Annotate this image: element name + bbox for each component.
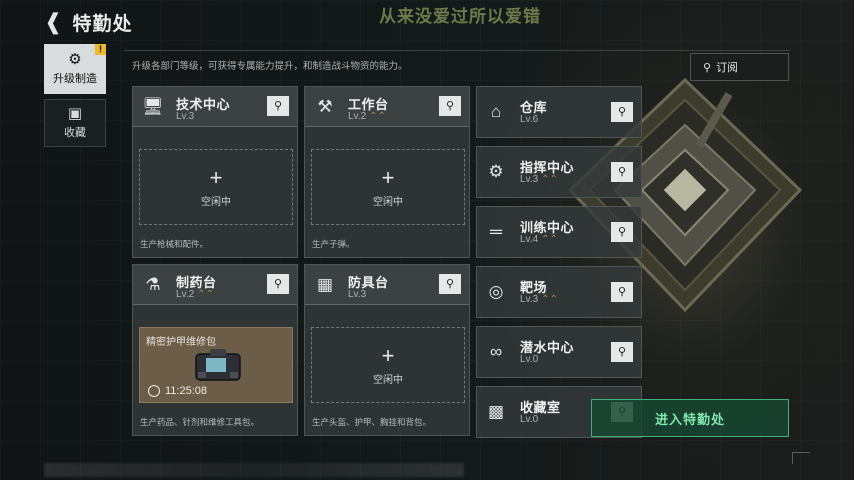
- upgrade-arrow-icon: ⌃⌃: [197, 289, 214, 300]
- command-gear-icon: ⚙: [488, 162, 504, 181]
- facility-level: Lv.6: [520, 114, 539, 125]
- upgrade-arrow-icon: ⌃⌃: [541, 234, 558, 245]
- facility-level-row: Lv.4 ⌃⌃: [520, 234, 558, 245]
- divider: [124, 50, 790, 51]
- facility-level: Lv.3: [520, 174, 539, 185]
- production-slot-empty[interactable]: + 空闲中: [311, 149, 465, 225]
- facility-level-row: Lv.3 ⌃⌃: [520, 174, 558, 185]
- facility-header[interactable]: ▦ 防具台 Lv.3 ⚲: [305, 265, 469, 305]
- facility-card-tech-center: 🖥 技术中心 Lv.3 ⚲ + 空闲中 生产枪械和配件。: [132, 86, 298, 258]
- search-icon[interactable]: ⚲: [611, 102, 633, 122]
- plus-icon: +: [209, 164, 223, 190]
- search-icon[interactable]: ⚲: [267, 274, 289, 294]
- facility-level: Lv.4: [520, 234, 539, 245]
- facility-description: 生产药品、针剂和维修工具包。: [140, 417, 260, 427]
- tab-label: 收藏: [64, 127, 86, 139]
- timer-value: 11:25:08: [165, 385, 208, 397]
- facility-description: 生产头盔、护甲、胸挂和背包。: [312, 417, 432, 427]
- tab-collection[interactable]: ▣ 收藏: [44, 99, 106, 147]
- page-description: 升级各部门等级，可获得专属能力提升，和制造战斗物资的能力。: [132, 61, 408, 72]
- facility-item-diving-center[interactable]: ∞ 潜水中心 Lv.0 ⚲: [476, 326, 642, 378]
- facility-level: Lv.3: [520, 294, 539, 305]
- upgrade-arrow-icon: ⌃⌃: [541, 294, 558, 305]
- top-header: ❰ 特勤处 从来没爱过所以爱错: [0, 0, 854, 44]
- armor-repair-kit-image: [195, 349, 241, 381]
- facility-card-armor-bench: ▦ 防具台 Lv.3 ⚲ + 空闲中 生产头盔、护甲、胸挂和背包。: [304, 264, 470, 436]
- display-case-icon: ▩: [487, 402, 505, 421]
- facility-level: Lv.0: [520, 414, 539, 425]
- warehouse-icon: ⌂: [490, 102, 502, 121]
- monitor-icon: 🖥: [142, 97, 164, 116]
- plus-icon: +: [381, 342, 395, 368]
- production-timer: 11:25:08: [148, 385, 207, 397]
- slot-status: 空闲中: [373, 196, 403, 208]
- target-icon: ◎: [488, 282, 504, 301]
- production-slot-empty[interactable]: + 空闲中: [311, 327, 465, 403]
- top-banner-text: 从来没爱过所以爱错: [379, 7, 541, 26]
- facility-item-training-center[interactable]: ═ 训练中心 Lv.4 ⌃⌃ ⚲: [476, 206, 642, 258]
- search-icon[interactable]: ⚲: [611, 342, 633, 362]
- production-slot-empty[interactable]: + 空闲中: [139, 149, 293, 225]
- facility-level: Lv.0: [520, 354, 539, 365]
- facility-level: Lv.3: [176, 111, 195, 122]
- search-icon[interactable]: ⚲: [611, 162, 633, 182]
- facility-level-row: Lv.3 ⌃⌃: [520, 294, 558, 305]
- facility-level-row: Lv.2 ⌃⌃: [176, 289, 214, 300]
- tools-icon: ⚒: [317, 97, 333, 116]
- search-icon[interactable]: ⚲: [611, 282, 633, 302]
- facility-header[interactable]: 🖥 技术中心 Lv.3 ⚲: [133, 87, 297, 127]
- trophy-cabinet-icon: ▣: [67, 105, 83, 122]
- facility-header[interactable]: ⚗ 制药台 Lv.2 ⌃⌃ ⚲: [133, 265, 297, 305]
- upgrade-arrow-icon: ⌃⌃: [541, 174, 558, 185]
- clock-icon: [148, 385, 160, 397]
- back-arrow-icon: ❰: [44, 9, 63, 34]
- facility-card-pharmacy: ⚗ 制药台 Lv.2 ⌃⌃ ⚲ 精密护甲维修包 11:25:08 生产药品、针剂和…: [132, 264, 298, 436]
- facility-level: Lv.3: [348, 289, 367, 300]
- page-title: 特勤处: [72, 13, 133, 35]
- facility-item-command-center[interactable]: ⚙ 指挥中心 Lv.3 ⌃⌃ ⚲: [476, 146, 642, 198]
- enter-special-ops-button[interactable]: 进入特勤处: [591, 399, 789, 437]
- facility-item-warehouse[interactable]: ⌂ 仓库 Lv.6 ⚲: [476, 86, 642, 138]
- search-icon[interactable]: ⚲: [611, 222, 633, 242]
- subscribe-button[interactable]: ⚲ 订阅: [690, 53, 789, 81]
- production-slot-active[interactable]: 精密护甲维修包 11:25:08: [139, 327, 293, 403]
- armor-boxes-icon: ▦: [316, 275, 334, 294]
- facility-description: 生产子弹。: [312, 239, 355, 249]
- facility-header[interactable]: ⚒ 工作台 Lv.2 ⌃⌃ ⚲: [305, 87, 469, 127]
- subscribe-label: 订阅: [716, 62, 739, 74]
- slot-status: 空闲中: [373, 374, 403, 386]
- corner-frame-decoration: [792, 452, 810, 464]
- facility-level: Lv.2: [176, 289, 195, 300]
- tab-label: 升级制造: [53, 73, 97, 85]
- tab-upgrade-manufacture[interactable]: ! ⚙ 升级制造: [44, 44, 106, 94]
- upgrade-arrow-icon: ⌃⌃: [369, 111, 386, 122]
- blurred-footer-text: [44, 463, 464, 477]
- dumbbell-icon: ═: [489, 222, 503, 241]
- facility-level-row: Lv.2 ⌃⌃: [348, 111, 386, 122]
- back-button[interactable]: ❰ 特勤处: [44, 9, 144, 35]
- slot-status: 空闲中: [201, 196, 231, 208]
- alert-badge: !: [95, 44, 106, 55]
- search-icon[interactable]: ⚲: [439, 274, 461, 294]
- facility-description: 生产枪械和配件。: [140, 239, 209, 249]
- search-icon[interactable]: ⚲: [439, 96, 461, 116]
- search-icon[interactable]: ⚲: [267, 96, 289, 116]
- microscope-icon: ⚗: [145, 275, 161, 294]
- bell-icon: ⚲: [703, 61, 712, 74]
- diving-mask-icon: ∞: [489, 342, 503, 361]
- plus-icon: +: [381, 164, 395, 190]
- facility-level: Lv.2: [348, 111, 367, 122]
- gear-plus-icon: ⚙: [68, 51, 82, 68]
- facility-item-shooting-range[interactable]: ◎ 靶场 Lv.3 ⌃⌃ ⚲: [476, 266, 642, 318]
- facility-card-workbench: ⚒ 工作台 Lv.2 ⌃⌃ ⚲ + 空闲中 生产子弹。: [304, 86, 470, 258]
